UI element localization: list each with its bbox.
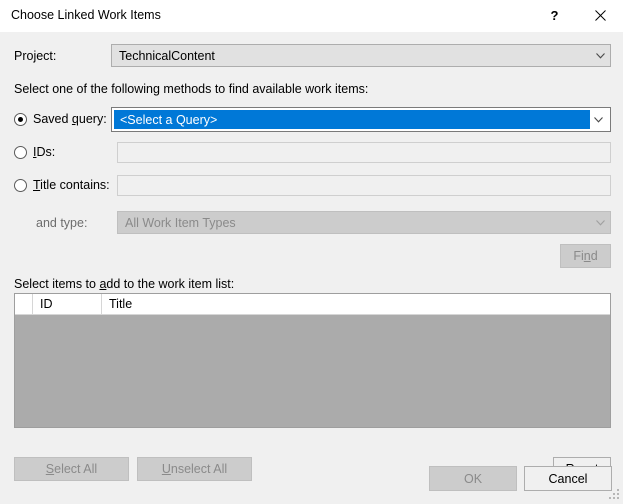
radio-saved-query-label: Saved query: (33, 112, 107, 126)
project-combobox[interactable]: TechnicalContent (111, 44, 611, 67)
grid-column-title[interactable]: Title (102, 294, 610, 314)
methods-instruction: Select one of the following methods to f… (14, 82, 369, 96)
unselect-all-button[interactable]: Unselect All (137, 457, 252, 481)
select-all-button[interactable]: Select All (14, 457, 129, 481)
list-label: Select items to add to the work item lis… (14, 277, 235, 291)
window-titlebar: Choose Linked Work Items ? (0, 0, 623, 32)
cancel-button-label: Cancel (548, 471, 588, 486)
radio-ids-indicator (14, 145, 27, 159)
question-mark-icon: ? (550, 8, 559, 23)
cancel-button[interactable]: Cancel (524, 466, 612, 491)
close-icon (595, 10, 606, 21)
find-button[interactable]: Find (560, 244, 611, 268)
ids-input[interactable] (117, 142, 611, 163)
radio-saved-query[interactable]: Saved query: (14, 112, 107, 126)
grid-column-select[interactable] (15, 294, 33, 314)
radio-title-contains-label: Title contains: (33, 178, 110, 192)
project-combobox-value: TechnicalContent (119, 48, 215, 63)
unselect-all-button-label: Unselect All (161, 462, 228, 476)
select-all-button-label: Select All (45, 462, 98, 476)
radio-saved-query-indicator (14, 112, 27, 126)
radio-ids-label: IDs: (33, 145, 56, 159)
find-button-label: Find (573, 249, 598, 263)
close-button[interactable] (578, 0, 623, 31)
and-type-combobox[interactable]: All Work Item Types (117, 211, 611, 234)
window-title: Choose Linked Work Items (11, 8, 161, 22)
chevron-down-icon (589, 116, 608, 123)
and-type-label: and type: (36, 216, 88, 230)
radio-title-contains-indicator (14, 178, 27, 192)
radio-title-contains[interactable]: Title contains: (14, 178, 110, 192)
project-label: Project: (14, 49, 57, 63)
title-contains-input[interactable] (117, 175, 611, 196)
saved-query-combobox-value: <Select a Query> (120, 112, 218, 127)
and-type-combobox-value: All Work Item Types (125, 215, 236, 230)
grid-body-empty (15, 315, 610, 427)
help-button[interactable]: ? (532, 0, 577, 31)
chevron-down-icon (591, 52, 610, 59)
grid-header-row: ID Title (15, 294, 610, 315)
ok-button-label: OK (463, 471, 483, 486)
ok-button[interactable]: OK (429, 466, 517, 491)
resize-grip[interactable] (608, 489, 620, 501)
saved-query-combobox[interactable]: <Select a Query> (111, 107, 611, 132)
dialog-body: Project: TechnicalContent Select one of … (0, 32, 623, 504)
grid-column-id[interactable]: ID (33, 294, 102, 314)
work-items-grid[interactable]: ID Title (14, 293, 611, 428)
radio-ids[interactable]: IDs: (14, 145, 55, 159)
chevron-down-icon (591, 219, 610, 226)
